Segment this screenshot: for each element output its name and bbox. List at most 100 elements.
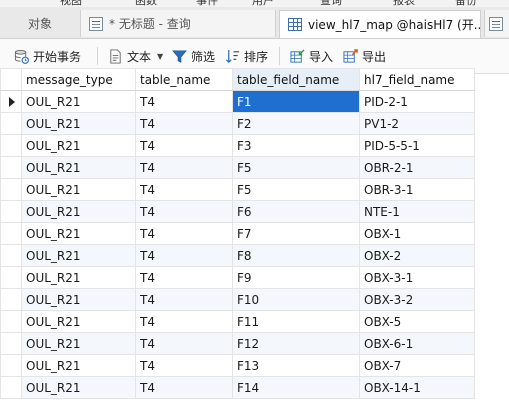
cell-table-name[interactable]: T4 xyxy=(135,112,233,135)
cell-hl7-field-name[interactable]: PID-5-5-1 xyxy=(359,134,475,157)
cell-message-type[interactable]: OUL_R21 xyxy=(21,354,136,377)
cell-hl7-field-name[interactable]: NTE-1 xyxy=(359,200,475,223)
cell-table-name[interactable]: T4 xyxy=(135,200,233,223)
cell-table-name[interactable]: T4 xyxy=(135,376,233,399)
row-indicator[interactable] xyxy=(0,134,22,157)
column-header-hl7-field-name[interactable]: hl7_field_name xyxy=(359,68,475,91)
text-button[interactable]: 文本 ▼ xyxy=(108,45,163,67)
cell-hl7-field-name[interactable]: OBR-3-1 xyxy=(359,178,475,201)
cell-message-type[interactable]: OUL_R21 xyxy=(21,376,136,399)
table-row[interactable]: OUL_R21 T4 F9 OBX-3-1 xyxy=(0,266,475,289)
cell-table-field-name[interactable]: F5 xyxy=(232,156,360,179)
menu-item[interactable]: 函数 xyxy=(135,0,157,7)
cell-table-name[interactable]: T4 xyxy=(135,134,233,157)
cell-hl7-field-name[interactable]: PID-2-1 xyxy=(359,90,475,113)
row-indicator[interactable] xyxy=(0,156,22,179)
column-header-message-type[interactable]: message_type xyxy=(21,68,136,91)
cell-table-name[interactable]: T4 xyxy=(135,266,233,289)
cell-message-type[interactable]: OUL_R21 xyxy=(21,156,136,179)
table-row[interactable]: OUL_R21 T4 F10 OBX-3-2 xyxy=(0,288,475,311)
cell-table-field-name[interactable]: F2 xyxy=(232,112,360,135)
cell-table-name[interactable]: T4 xyxy=(135,310,233,333)
table-row[interactable]: OUL_R21 T4 F3 PID-5-5-1 xyxy=(0,134,475,157)
menu-item[interactable]: 备份 xyxy=(455,0,477,7)
table-row[interactable]: OUL_R21 T4 F8 OBX-2 xyxy=(0,244,475,267)
column-header-table-name[interactable]: table_name xyxy=(135,68,233,91)
row-indicator[interactable] xyxy=(0,178,22,201)
cell-message-type[interactable]: OUL_R21 xyxy=(21,222,136,245)
cell-table-field-name[interactable]: F13 xyxy=(232,354,360,377)
cell-table-name[interactable]: T4 xyxy=(135,90,233,113)
table-row[interactable]: OUL_R21 T4 F7 OBX-1 xyxy=(0,222,475,245)
cell-table-field-name[interactable]: F8 xyxy=(232,244,360,267)
cell-message-type[interactable]: OUL_R21 xyxy=(21,332,136,355)
cell-hl7-field-name[interactable]: OBR-2-1 xyxy=(359,156,475,179)
cell-message-type[interactable]: OUL_R21 xyxy=(21,266,136,289)
table-row[interactable]: OUL_R21 T4 F14 OBX-14-1 xyxy=(0,376,475,399)
cell-table-name[interactable]: T4 xyxy=(135,178,233,201)
row-indicator[interactable] xyxy=(0,266,22,289)
cell-message-type[interactable]: OUL_R21 xyxy=(21,90,136,113)
table-row[interactable]: OUL_R21 T4 F2 PV1-2 xyxy=(0,112,475,135)
row-indicator[interactable] xyxy=(0,288,22,311)
cell-table-field-name[interactable]: F6 xyxy=(232,200,360,223)
row-indicator[interactable] xyxy=(0,90,22,113)
cell-table-field-name[interactable]: F14 xyxy=(232,376,360,399)
cell-hl7-field-name[interactable]: OBX-3-2 xyxy=(359,288,475,311)
menu-item[interactable]: 报表 xyxy=(393,0,415,7)
row-indicator[interactable] xyxy=(0,376,22,399)
cell-table-field-name[interactable]: F7 xyxy=(232,222,360,245)
column-header-table-field-name[interactable]: table_field_name xyxy=(232,68,360,91)
cell-table-name[interactable]: T4 xyxy=(135,222,233,245)
cell-table-name[interactable]: T4 xyxy=(135,288,233,311)
cell-hl7-field-name[interactable]: OBX-3-1 xyxy=(359,266,475,289)
filter-button[interactable]: 筛选 xyxy=(172,45,215,67)
menu-item[interactable]: 查询 xyxy=(320,0,342,7)
cell-hl7-field-name[interactable]: OBX-2 xyxy=(359,244,475,267)
menu-item[interactable]: 用户 xyxy=(252,0,274,7)
cell-table-name[interactable]: T4 xyxy=(135,332,233,355)
table-row[interactable]: OUL_R21 T4 F5 OBR-3-1 xyxy=(0,178,475,201)
cell-message-type[interactable]: OUL_R21 xyxy=(21,112,136,135)
cell-table-name[interactable]: T4 xyxy=(135,354,233,377)
begin-transaction-button[interactable]: 开始事务 xyxy=(14,45,81,67)
table-row[interactable]: OUL_R21 T4 F6 NTE-1 xyxy=(0,200,475,223)
row-indicator[interactable] xyxy=(0,112,22,135)
row-indicator[interactable] xyxy=(0,222,22,245)
cell-message-type[interactable]: OUL_R21 xyxy=(21,288,136,311)
cell-hl7-field-name[interactable]: OBX-5 xyxy=(359,310,475,333)
tab-next[interactable]: bl xyxy=(484,10,509,37)
tab-untitled-query[interactable]: * 无标题 - 查询 xyxy=(80,10,276,37)
sort-button[interactable]: 排序 xyxy=(225,45,268,67)
cell-message-type[interactable]: OUL_R21 xyxy=(21,178,136,201)
cell-hl7-field-name[interactable]: OBX-14-1 xyxy=(359,376,475,399)
row-indicator[interactable] xyxy=(0,354,22,377)
table-row[interactable]: OUL_R21 T4 F12 OBX-6-1 xyxy=(0,332,475,355)
cell-message-type[interactable]: OUL_R21 xyxy=(21,134,136,157)
cell-table-field-name[interactable]: F9 xyxy=(232,266,360,289)
import-button[interactable]: 导入 xyxy=(290,45,333,67)
cell-table-field-name[interactable]: F11 xyxy=(232,310,360,333)
cell-hl7-field-name[interactable]: PV1-2 xyxy=(359,112,475,135)
row-indicator[interactable] xyxy=(0,310,22,333)
cell-table-field-name[interactable]: F10 xyxy=(232,288,360,311)
menu-item[interactable]: 事件 xyxy=(196,0,218,7)
table-row[interactable]: OUL_R21 T4 F11 OBX-5 xyxy=(0,310,475,333)
table-row[interactable]: OUL_R21 T4 F1 PID-2-1 xyxy=(0,90,475,113)
tab-objects[interactable]: 对象 xyxy=(0,10,78,37)
cell-table-name[interactable]: T4 xyxy=(135,244,233,267)
cell-table-field-name[interactable]: F12 xyxy=(232,332,360,355)
export-button[interactable]: 导出 xyxy=(343,45,386,67)
cell-hl7-field-name[interactable]: OBX-6-1 xyxy=(359,332,475,355)
tab-view-hl7-map[interactable]: view_hl7_map @haisHl7 (开... xyxy=(279,10,481,38)
cell-message-type[interactable]: OUL_R21 xyxy=(21,244,136,267)
row-indicator[interactable] xyxy=(0,200,22,223)
cell-hl7-field-name[interactable]: OBX-1 xyxy=(359,222,475,245)
table-row[interactable]: OUL_R21 T4 F13 OBX-7 xyxy=(0,354,475,377)
row-indicator[interactable] xyxy=(0,332,22,355)
cell-table-field-name[interactable]: F3 xyxy=(232,134,360,157)
menu-item[interactable]: 视图 xyxy=(60,0,82,7)
cell-table-field-name[interactable]: F1 xyxy=(232,90,360,113)
cell-message-type[interactable]: OUL_R21 xyxy=(21,200,136,223)
cell-table-name[interactable]: T4 xyxy=(135,156,233,179)
